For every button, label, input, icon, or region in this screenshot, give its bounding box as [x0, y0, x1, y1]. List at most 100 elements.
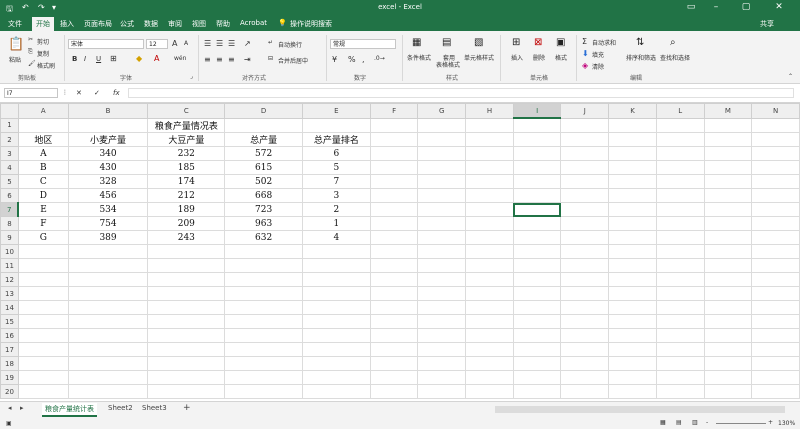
- tab-view[interactable]: 视图: [192, 19, 206, 29]
- cell-d13[interactable]: [224, 286, 303, 301]
- cell-l5[interactable]: [655, 174, 705, 189]
- cell-h11[interactable]: [465, 258, 514, 273]
- cell-n19[interactable]: [751, 370, 800, 385]
- cell-g10[interactable]: [417, 244, 467, 259]
- cell-h8[interactable]: [465, 216, 514, 231]
- cell-e6[interactable]: 3: [301, 188, 371, 203]
- bottom-align-icon[interactable]: ☰: [228, 39, 235, 48]
- row-header[interactable]: 12: [0, 272, 19, 287]
- cell-a18[interactable]: [17, 356, 69, 371]
- cell-a13[interactable]: [17, 286, 69, 301]
- cell-k9[interactable]: [608, 230, 657, 245]
- cell-g16[interactable]: [417, 328, 467, 343]
- cell-a11[interactable]: [17, 258, 69, 273]
- cell-g14[interactable]: [417, 300, 467, 315]
- sheet-tab-sheet2[interactable]: Sheet2: [108, 404, 133, 412]
- cell-l7[interactable]: [655, 202, 705, 217]
- cell-i12[interactable]: [512, 272, 562, 287]
- increase-decimal-icon[interactable]: .0→: [374, 55, 385, 62]
- cell-h5[interactable]: [465, 174, 514, 189]
- cell-e3[interactable]: 6: [301, 146, 371, 161]
- wrap-text-icon[interactable]: ↵: [268, 39, 273, 46]
- cell-c17[interactable]: [147, 342, 226, 357]
- cell-l18[interactable]: [655, 356, 705, 371]
- cell-b6[interactable]: 456: [67, 188, 149, 203]
- column-header-d[interactable]: D: [224, 103, 303, 119]
- percent-button[interactable]: %: [348, 55, 356, 64]
- cell-a7[interactable]: E: [17, 202, 69, 217]
- cell-e9[interactable]: 4: [301, 230, 371, 245]
- cell-h18[interactable]: [465, 356, 514, 371]
- insert-cells-button[interactable]: 插入: [511, 53, 523, 62]
- cell-c10[interactable]: [147, 244, 226, 259]
- cell-l14[interactable]: [655, 300, 705, 315]
- cell-n7[interactable]: [751, 202, 800, 217]
- cell-f3[interactable]: [369, 146, 419, 161]
- cell-k11[interactable]: [608, 258, 657, 273]
- row-header[interactable]: 5: [0, 174, 19, 189]
- cell-f16[interactable]: [369, 328, 419, 343]
- cell-a10[interactable]: [17, 244, 69, 259]
- autosum-button[interactable]: 自动求和: [592, 38, 616, 47]
- cell-b17[interactable]: [67, 342, 149, 357]
- row-header[interactable]: 7: [0, 202, 20, 217]
- cell-l8[interactable]: [655, 216, 705, 231]
- top-align-icon[interactable]: ☰: [204, 39, 211, 48]
- cell-b3[interactable]: 340: [67, 146, 149, 161]
- cell-i6[interactable]: [512, 188, 562, 203]
- cell-n12[interactable]: [751, 272, 800, 287]
- cell-m4[interactable]: [703, 160, 753, 175]
- confirm-entry-icon[interactable]: ✓: [94, 89, 100, 97]
- row-header[interactable]: 10: [0, 244, 19, 259]
- cell-g4[interactable]: [417, 160, 467, 175]
- cell-f15[interactable]: [369, 314, 419, 329]
- cell-f8[interactable]: [369, 216, 419, 231]
- column-header-l[interactable]: L: [655, 103, 705, 119]
- shrink-font-button[interactable]: A: [184, 40, 188, 47]
- wrap-text-button[interactable]: 自动换行: [278, 40, 302, 49]
- row-header[interactable]: 17: [0, 342, 19, 357]
- row-header[interactable]: 16: [0, 328, 19, 343]
- column-header-a[interactable]: A: [17, 103, 69, 119]
- cell-d14[interactable]: [224, 300, 303, 315]
- cell-g17[interactable]: [417, 342, 467, 357]
- cell-a16[interactable]: [17, 328, 69, 343]
- cell-m12[interactable]: [703, 272, 753, 287]
- tab-data[interactable]: 数据: [144, 19, 158, 29]
- cell-k12[interactable]: [608, 272, 657, 287]
- cell-d10[interactable]: [224, 244, 303, 259]
- row-header[interactable]: 3: [0, 146, 19, 161]
- cell-j4[interactable]: [560, 160, 610, 175]
- cell-a14[interactable]: [17, 300, 69, 315]
- middle-align-icon[interactable]: ☰: [216, 39, 223, 48]
- zoom-out-button[interactable]: -: [706, 419, 708, 426]
- cell-h14[interactable]: [465, 300, 514, 315]
- cell-f2[interactable]: [369, 132, 419, 147]
- collapse-ribbon-icon[interactable]: ⌃: [788, 73, 793, 80]
- cell-i10[interactable]: [512, 244, 562, 259]
- cell-f9[interactable]: [369, 230, 419, 245]
- font-color-icon[interactable]: A: [154, 54, 159, 63]
- cell-e5[interactable]: 7: [301, 174, 371, 189]
- cell-c4[interactable]: 185: [147, 160, 226, 175]
- merge-center-icon[interactable]: ⊟: [268, 55, 273, 62]
- format-painter-button[interactable]: 格式刷: [37, 61, 55, 70]
- cell-k1[interactable]: [608, 117, 657, 133]
- cell-b18[interactable]: [67, 356, 149, 371]
- cell-n3[interactable]: [751, 146, 800, 161]
- column-header-j[interactable]: J: [560, 103, 610, 119]
- font-dialog-launcher-icon[interactable]: ⌟: [190, 73, 193, 80]
- cell-h2[interactable]: [465, 132, 514, 147]
- cell-n9[interactable]: [751, 230, 800, 245]
- cell-h9[interactable]: [465, 230, 514, 245]
- cell-l9[interactable]: [655, 230, 705, 245]
- cell-n14[interactable]: [751, 300, 800, 315]
- cell-j11[interactable]: [560, 258, 610, 273]
- cell-l13[interactable]: [655, 286, 705, 301]
- cell-i9[interactable]: [512, 230, 562, 245]
- cell-b11[interactable]: [67, 258, 149, 273]
- cell-b19[interactable]: [67, 370, 149, 385]
- cell-e17[interactable]: [301, 342, 371, 357]
- cell-m18[interactable]: [703, 356, 753, 371]
- insert-cells-icon[interactable]: ⊞: [512, 37, 520, 48]
